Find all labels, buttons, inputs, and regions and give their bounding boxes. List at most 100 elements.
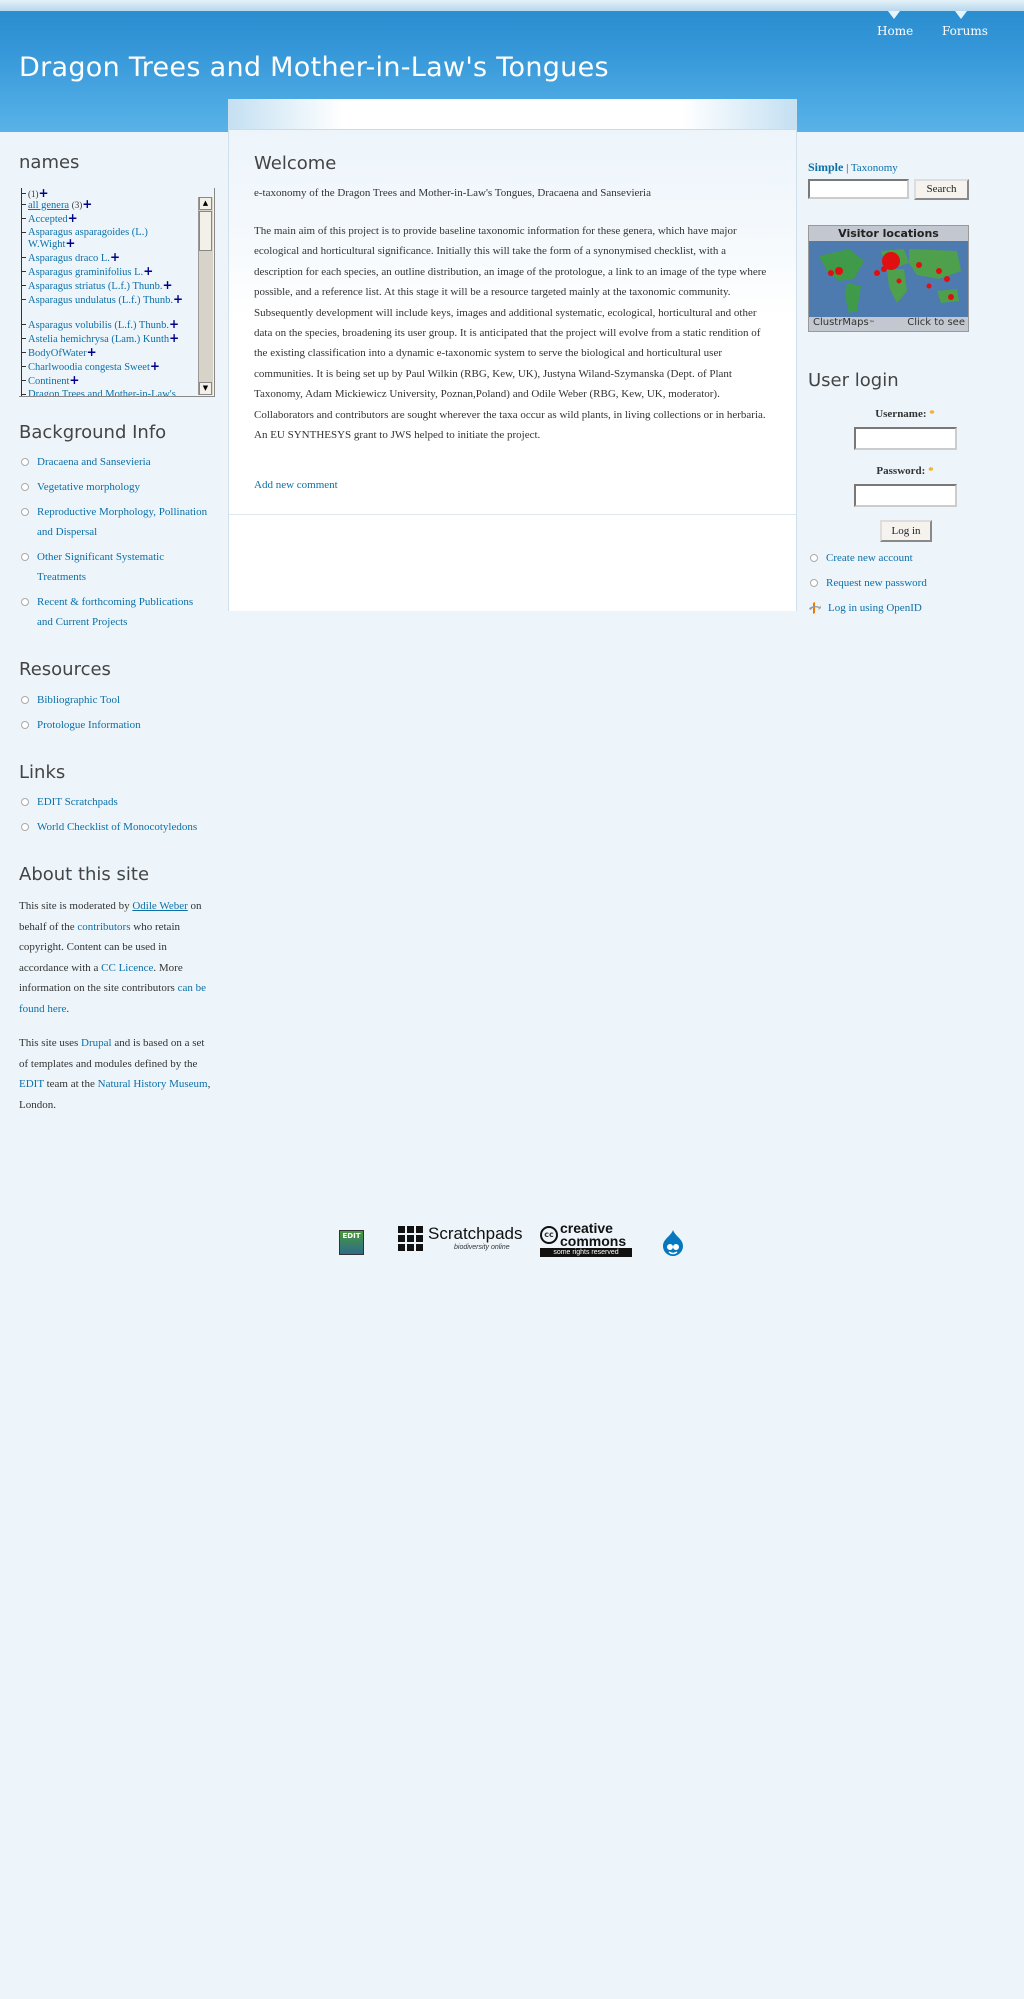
visitor-map-title: Visitor locations (809, 226, 968, 241)
list-item: Protologue Information (19, 715, 209, 735)
circle-bullet-icon (21, 798, 29, 806)
tree-item: BodyOfWater+ (21, 345, 208, 359)
body-text: The main aim of this project is to provi… (254, 225, 767, 442)
nav-tab-home[interactable]: Home (877, 11, 913, 38)
nav-home-label[interactable]: Home (877, 24, 913, 38)
scroll-down-arrow-icon[interactable]: ▼ (199, 382, 212, 395)
request-password-link[interactable]: Request new password (826, 577, 927, 589)
search-tab-simple[interactable]: Simple (808, 160, 843, 174)
content-divider (229, 514, 796, 515)
expand-plus-icon[interactable]: + (169, 317, 179, 331)
nav-pointer-icon (888, 11, 900, 19)
list-item: Log in using OpenID (808, 598, 978, 618)
drupal-link[interactable]: Drupal (81, 1037, 112, 1049)
circle-bullet-icon (21, 721, 29, 729)
visitor-map[interactable]: Visitor locations ClustrMaps™ Click to s… (808, 225, 969, 332)
background-info-title: Background Info (19, 422, 167, 443)
cc-licence-link[interactable]: CC Licence (101, 962, 153, 974)
moderator-link[interactable]: Odile Weber (132, 900, 187, 912)
expand-plus-icon[interactable]: + (87, 345, 97, 359)
cc-wordmark: creative commons (560, 1220, 627, 1249)
about-paragraph-moderation: This site is moderated by Odile Weber on… (19, 900, 206, 1015)
user-login-title: User login (808, 370, 899, 391)
expand-plus-icon[interactable]: + (163, 278, 173, 292)
contributors-link[interactable]: contributors (77, 921, 130, 933)
password-label: Password: * (876, 465, 934, 477)
scroll-up-arrow-icon[interactable]: ▲ (199, 197, 212, 210)
required-marker: * (929, 408, 935, 420)
header-top-bar (0, 0, 1024, 11)
circle-bullet-icon (21, 483, 29, 491)
tree-scrollbar[interactable]: ▲ ▼ (198, 197, 213, 395)
creative-commons-logo[interactable]: cc creative commons some rights reserved (540, 1221, 632, 1257)
list-item: World Checklist of Monocotyledons (19, 817, 209, 837)
tree-item: Charlwoodia congesta Sweet+ (21, 359, 208, 373)
about-paragraph-drupal: This site uses Drupal and is based on a … (19, 1037, 211, 1111)
about-text: This site is moderated by Odile Weber on… (19, 896, 214, 1115)
search-tab-taxonomy[interactable]: Taxonomy (851, 162, 898, 174)
nav-forums-label[interactable]: Forums (942, 24, 988, 38)
nhm-link[interactable]: Natural History Museum (98, 1078, 208, 1090)
list-item: EDIT Scratchpads (19, 792, 209, 812)
expand-plus-icon[interactable]: + (150, 359, 160, 373)
scratchpads-wordmark: Scratchpads (428, 1224, 523, 1243)
circle-bullet-icon (21, 508, 29, 516)
tree-item: Astelia hemichrysa (Lam.) Kunth+ (21, 331, 208, 345)
circle-bullet-icon (21, 696, 29, 704)
background-info-list: Dracaena and Sansevieria Vegetative morp… (19, 452, 209, 637)
login-button[interactable]: Log in (880, 520, 932, 542)
resources-list: Bibliographic Tool Protologue Informatio… (19, 690, 209, 740)
names-title: names (19, 152, 80, 173)
nav-tab-forums[interactable]: Forums (942, 11, 988, 38)
drupal-drop-icon[interactable] (661, 1230, 685, 1256)
list-item: Reproductive Morphology, Pollination and… (19, 502, 209, 542)
openid-login-link[interactable]: Log in using OpenID (828, 602, 922, 614)
click-to-see-label[interactable]: Click to see (907, 317, 965, 328)
expand-plus-icon[interactable]: + (110, 250, 120, 264)
list-item: Vegetative morphology (19, 477, 209, 497)
list-item: Create new account (808, 548, 978, 568)
tree-item: Asparagus volubilis (L.f.) Thunb.+ (21, 317, 208, 331)
tree-item: Asparagus graminifolius L.+ (21, 264, 208, 278)
expand-plus-icon[interactable]: + (65, 236, 75, 250)
login-links: Create new account Request new password … (808, 548, 978, 623)
search-input[interactable] (808, 179, 909, 199)
list-item: Recent & forthcoming Publications and Cu… (19, 592, 209, 632)
search-button[interactable]: Search (914, 179, 969, 200)
links-list: EDIT Scratchpads World Checklist of Mono… (19, 792, 209, 842)
expand-plus-icon[interactable]: + (169, 331, 179, 345)
expand-plus-icon[interactable]: + (173, 292, 183, 306)
username-label: Username: * (875, 408, 935, 420)
content-top-strip (229, 99, 796, 130)
cc-tagline: some rights reserved (540, 1248, 632, 1257)
scratchpads-tagline: biodiversity online (454, 1244, 510, 1251)
about-title: About this site (19, 864, 150, 885)
nav-pointer-icon (955, 11, 967, 19)
circle-bullet-icon (21, 458, 29, 466)
scroll-thumb[interactable] (199, 211, 212, 251)
username-field[interactable] (854, 427, 957, 450)
world-map-icon (809, 241, 968, 319)
footer-logos: EDIT Scratchpads biodiversity online cc … (0, 1221, 1024, 1270)
tree-item: Dragon Trees and Mother-in-Law's (21, 389, 208, 396)
create-account-link[interactable]: Create new account (826, 552, 913, 564)
tree-item: Continent+ (21, 373, 208, 387)
circle-bullet-icon (21, 823, 29, 831)
expand-plus-icon[interactable]: + (68, 211, 78, 225)
expand-plus-icon[interactable]: + (82, 197, 92, 211)
tree-item: all genera (3)+ (21, 197, 208, 211)
tree-item: Asparagus striatus (L.f.) Thunb.+ (21, 278, 208, 292)
expand-plus-icon[interactable]: + (143, 264, 153, 278)
list-item: Other Significant Systematic Treatments (19, 547, 209, 587)
add-comment-link[interactable]: Add new comment (254, 479, 338, 491)
intro-text: e-taxonomy of the Dragon Trees and Mothe… (254, 187, 651, 199)
edit-logo[interactable]: EDIT (339, 1230, 364, 1255)
cc-icon: cc (540, 1226, 558, 1244)
edit-link[interactable]: EDIT (19, 1078, 44, 1090)
site-title[interactable]: Dragon Trees and Mother-in-Law's Tongues (19, 52, 609, 83)
password-field[interactable] (854, 484, 957, 507)
expand-plus-icon[interactable]: + (69, 373, 79, 387)
required-marker: * (928, 465, 934, 477)
names-tree: (1)+ all genera (3)+ Accepted+ Asparagus… (19, 188, 215, 397)
resources-title: Resources (19, 659, 111, 680)
